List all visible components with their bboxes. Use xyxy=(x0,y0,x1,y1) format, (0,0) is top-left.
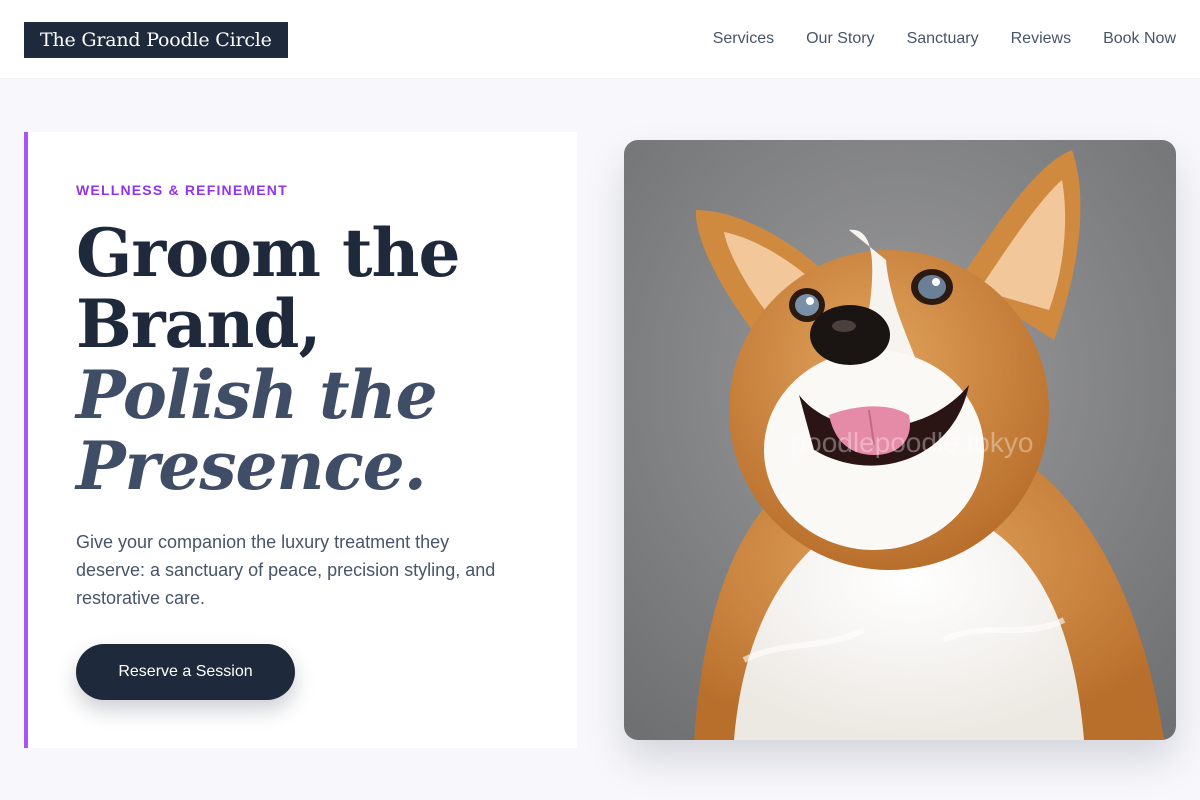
headline-line-4: Presence. xyxy=(76,427,427,505)
main-nav: Services Our Story Sanctuary Reviews Boo… xyxy=(713,29,1176,49)
nav-link-our-story[interactable]: Our Story xyxy=(806,29,874,49)
hero-headline: Groom the Brand, Polish the Presence. xyxy=(76,218,556,502)
headline-line-3: Polish the xyxy=(76,356,438,434)
hero-eyebrow: WELLNESS & REFINEMENT xyxy=(76,182,288,198)
corgi-illustration: poodlepoodle.tokyo xyxy=(624,140,1176,740)
headline-line-1: Groom the xyxy=(76,214,460,292)
brand-logo[interactable]: The Grand Poodle Circle xyxy=(24,22,288,58)
hero-description: Give your companion the luxury treatment… xyxy=(76,532,496,608)
reserve-session-button[interactable]: Reserve a Session xyxy=(76,644,295,700)
site-header: The Grand Poodle Circle Services Our Sto… xyxy=(0,0,1200,79)
nav-link-reviews[interactable]: Reviews xyxy=(1011,29,1071,49)
headline-line-2: Brand, xyxy=(76,285,321,363)
photo-watermark: poodlepoodle.tokyo xyxy=(791,427,1034,458)
hero-card: WELLNESS & REFINEMENT Groom the Brand, P… xyxy=(24,132,577,748)
nav-link-services[interactable]: Services xyxy=(713,29,774,49)
nav-link-book-now[interactable]: Book Now xyxy=(1103,29,1176,49)
nav-link-sanctuary[interactable]: Sanctuary xyxy=(907,29,979,49)
hero-dog-photo: poodlepoodle.tokyo xyxy=(624,140,1176,740)
